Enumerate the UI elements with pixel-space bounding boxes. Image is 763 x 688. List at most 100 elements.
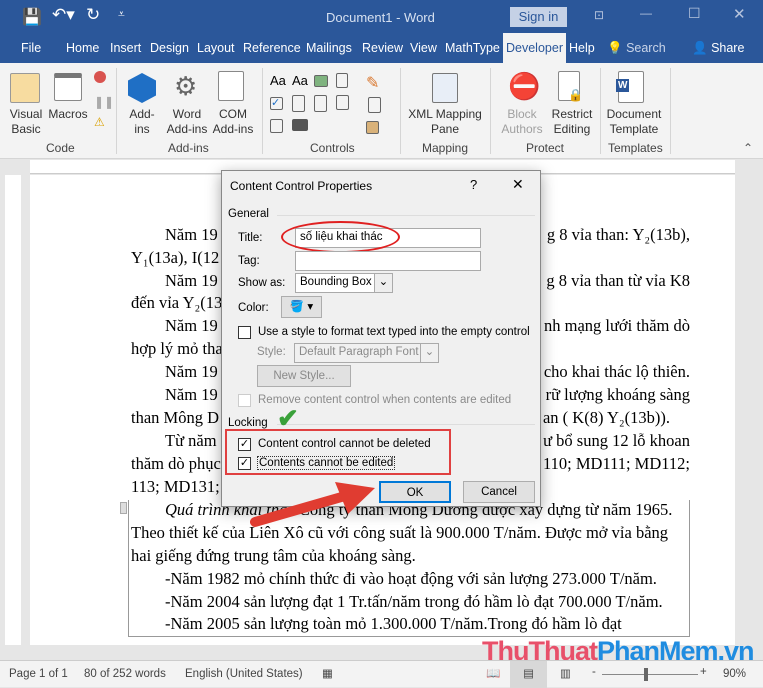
ok-button[interactable]: OK (379, 481, 451, 503)
rich-text-control-icon[interactable]: Aa (270, 73, 286, 88)
tab-file[interactable]: File (21, 41, 41, 55)
add-ins-icon (128, 73, 156, 103)
design-mode-icon[interactable]: ✎ (366, 73, 379, 93)
add-ins-button[interactable]: Add-ins (122, 107, 162, 137)
zoom-in-button[interactable]: + (700, 666, 707, 678)
visual-basic-button[interactable]: Visual Basic (4, 107, 48, 137)
cannot-edit-checkbox[interactable]: ✓ (238, 457, 251, 470)
addins-label-1: Add- (129, 107, 155, 121)
tab-layout[interactable]: Layout (197, 41, 235, 55)
tab-references[interactable]: Reference (243, 41, 301, 55)
tab-developer[interactable]: Developer (503, 33, 566, 63)
content-control-handle[interactable] (120, 502, 127, 514)
general-section-label: General (228, 208, 269, 220)
macros-button[interactable]: Macros (46, 107, 90, 122)
page-count[interactable]: Page 1 of 1 (9, 668, 68, 680)
tab-insert[interactable]: Insert (110, 41, 141, 55)
doc-text: Năm 19 (165, 362, 218, 381)
date-picker-icon[interactable] (336, 95, 349, 110)
checkbox-control-icon[interactable]: ✓ (270, 97, 283, 110)
zoom-level[interactable]: 90% (723, 668, 746, 680)
properties-icon[interactable] (368, 97, 381, 113)
word-add-ins-button[interactable]: Word Add-ins (164, 107, 210, 137)
web-layout-icon[interactable]: ▥ (560, 666, 571, 680)
word-addins-label-2: Add-ins (166, 122, 208, 136)
close-icon[interactable]: ✕ (733, 5, 746, 23)
read-mode-icon[interactable]: 📖 (486, 666, 500, 680)
print-layout-icon[interactable]: ▤ (510, 661, 547, 688)
combo-box-icon[interactable] (292, 95, 305, 112)
tag-input[interactable] (295, 251, 481, 271)
doc-text: 113; MD131; (131, 477, 220, 496)
doc-text: Năm 19 (165, 316, 218, 335)
document-template-button[interactable]: Document Template (602, 107, 666, 137)
language[interactable]: English (United States) (185, 668, 303, 680)
show-as-select[interactable]: Bounding Box ⌄ (295, 273, 393, 293)
building-block-icon[interactable] (336, 73, 348, 88)
style-select[interactable]: Default Paragraph Font ⌄ (294, 343, 439, 363)
dialog-close-button[interactable]: ✕ (512, 176, 524, 193)
com-add-ins-icon (218, 71, 244, 101)
redo-icon[interactable]: ↻ (86, 5, 100, 25)
dropdown-list-icon[interactable] (314, 95, 327, 112)
minimize-icon[interactable]: — (640, 6, 652, 20)
visual-basic-icon (10, 73, 40, 103)
tab-help[interactable]: Help (569, 41, 595, 55)
xml-mapping-pane-button[interactable]: XML Mapping Pane (404, 107, 486, 137)
cancel-button[interactable]: Cancel (463, 481, 535, 503)
ribbon-display-icon[interactable]: ⊡ (594, 8, 604, 22)
collapse-ribbon-icon[interactable]: ⌃ (743, 141, 753, 155)
use-style-checkbox[interactable] (238, 326, 251, 339)
tab-design[interactable]: Design (150, 41, 189, 55)
ribbon: Visual Basic Macros ❚❚ ⚠ Code Add-ins ⚙ W… (0, 63, 763, 159)
vb-label-2: Basic (11, 122, 41, 136)
tab-mathtype[interactable]: MathType (445, 41, 500, 55)
color-picker-button[interactable]: 🪣 ▾ (281, 296, 322, 318)
block-authors-button[interactable]: Block Authors (494, 107, 550, 137)
tab-mailings[interactable]: Mailings (306, 41, 352, 55)
group-icon[interactable] (366, 121, 379, 134)
cannot-delete-checkbox[interactable]: ✓ (238, 438, 251, 451)
new-style-button[interactable]: New Style... (257, 365, 351, 387)
tab-home[interactable]: Home (66, 41, 99, 55)
undo-icon[interactable]: ↶▾ (52, 5, 75, 25)
doc-text: an ( K(8) Y₂(13b)). (542, 408, 670, 427)
macro-security-icon[interactable]: ⚠ (94, 115, 105, 129)
com-add-ins-button[interactable]: COM Add-ins (210, 107, 256, 137)
sign-in-button[interactable]: Sign in (510, 7, 567, 27)
maximize-icon[interactable]: ☐ (688, 5, 701, 22)
doc-text: Năm 19 (165, 271, 218, 290)
red-arrow-annotation (250, 482, 375, 527)
content-control-properties-dialog: Content Control Properties ? ✕ General T… (221, 170, 541, 507)
record-macro-icon[interactable] (94, 71, 106, 83)
customize-qat-icon[interactable]: ⩡ (118, 7, 125, 22)
legacy-tools-icon[interactable] (292, 119, 308, 131)
zoom-slider[interactable] (602, 674, 698, 675)
word-count[interactable]: 80 of 252 words (84, 668, 166, 680)
share-button[interactable]: 👤 Share (692, 41, 744, 56)
zoom-slider-thumb[interactable] (644, 668, 648, 681)
tab-view[interactable]: View (410, 41, 437, 55)
macro-record-icon[interactable]: ▦ (322, 666, 333, 680)
doc-text: Y₁(13a), I(12 (131, 248, 220, 267)
zoom-out-button[interactable]: - (592, 666, 596, 678)
vertical-ruler[interactable] (5, 175, 21, 645)
show-as-value: Bounding Box (300, 276, 372, 288)
picture-control-icon[interactable] (314, 75, 328, 87)
save-icon[interactable]: 💾 (22, 7, 42, 27)
pause-recording-icon[interactable]: ❚❚ (94, 95, 114, 109)
divider (670, 68, 671, 154)
restrict-editing-button[interactable]: Restrict Editing (548, 107, 596, 137)
remove-control-checkbox[interactable] (238, 394, 251, 407)
restrict-label-2: Editing (553, 122, 591, 136)
xml-label-2: Pane (430, 122, 460, 136)
doc-text: Năm 19 (165, 225, 218, 244)
doc-text: đến vỉa Y₂(13 (131, 293, 223, 312)
divider (600, 68, 601, 154)
xml-mapping-icon (432, 73, 458, 103)
plain-text-control-icon[interactable]: Aa (292, 73, 308, 88)
help-button[interactable]: ? (470, 177, 477, 192)
tab-review[interactable]: Review (362, 41, 403, 55)
search-box[interactable]: 💡 Search (607, 41, 666, 56)
repeating-section-icon[interactable] (270, 119, 283, 133)
